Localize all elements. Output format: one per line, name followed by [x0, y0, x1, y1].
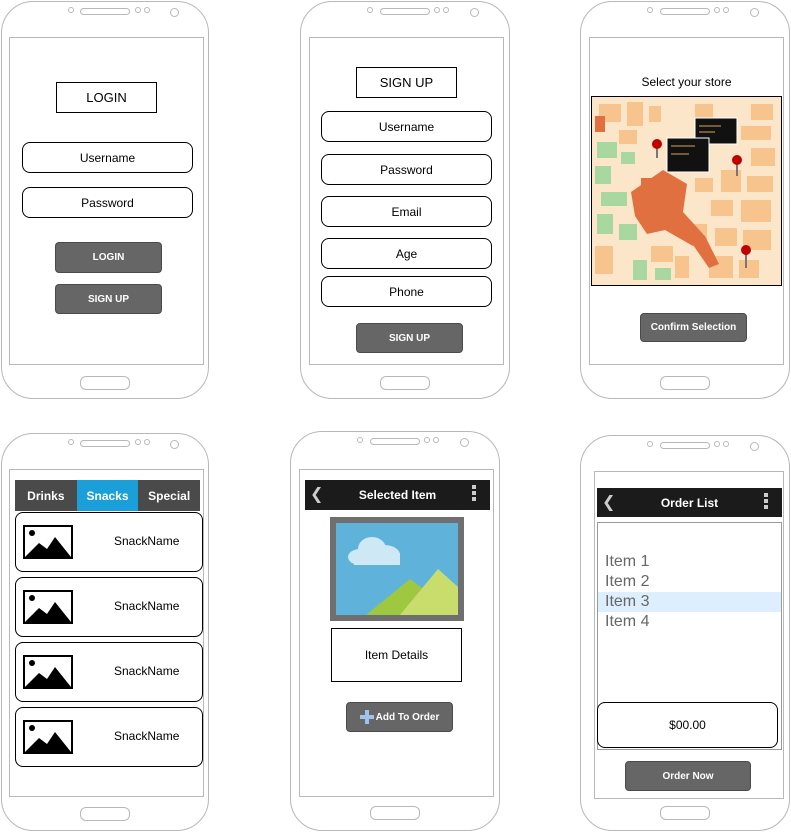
more-icon[interactable] [764, 493, 768, 511]
order-list: Item 1 Item 2 Item 3 Item 4 $00.00 [597, 522, 782, 750]
tab-special[interactable]: Special [138, 480, 201, 511]
order-now-button[interactable]: Order Now [625, 761, 751, 791]
screen: ❮ Selected Item Item Details Add To Orde… [299, 469, 494, 797]
map-with-pins-icon[interactable] [591, 96, 782, 286]
list-item[interactable]: SnackName [15, 512, 203, 572]
landscape-image-icon [330, 517, 464, 621]
list-item[interactable]: SnackName [15, 577, 203, 637]
signup-button[interactable]: SIGN UP [55, 284, 162, 314]
add-to-order-button[interactable]: Add To Order [346, 702, 453, 732]
snack-name: SnackName [114, 534, 180, 548]
order-appbar: ❮ Order List [597, 488, 782, 517]
order-total: $00.00 [597, 702, 778, 748]
phone-item: ❮ Selected Item Item Details Add To Orde… [290, 431, 500, 831]
item-appbar: ❮ Selected Item [305, 480, 490, 510]
home-button [380, 376, 430, 390]
image-placeholder-icon [23, 525, 73, 559]
sensor-dot [68, 439, 74, 445]
camera [170, 8, 179, 17]
signup-username-field[interactable]: Username [321, 111, 492, 142]
phone-signup: SIGN UP Username Password Email Age Phon… [300, 1, 510, 399]
home-button [660, 376, 710, 390]
back-icon[interactable]: ❮ [310, 484, 323, 504]
sensor-dot [144, 439, 150, 445]
camera [460, 438, 469, 447]
order-title: Order List [660, 495, 719, 510]
category-tabbar: Drinks Snacks Special [15, 480, 201, 511]
speaker [80, 440, 130, 447]
sensor-dot [647, 441, 653, 447]
sensor-dot [443, 7, 449, 13]
home-button [660, 806, 710, 820]
item-title: Selected Item [358, 488, 437, 502]
home-button [80, 807, 130, 821]
list-item[interactable]: SnackName [15, 642, 203, 702]
sensor-dot [135, 7, 141, 13]
speaker [380, 8, 430, 15]
phone-store: Select your store Confirm Selection [580, 1, 790, 399]
camera [470, 8, 479, 17]
plus-icon [359, 710, 374, 724]
home-button [80, 376, 130, 390]
sensor-dot [367, 7, 373, 13]
camera [750, 8, 759, 17]
speaker [660, 8, 710, 15]
confirm-selection-button[interactable]: Confirm Selection [640, 313, 747, 342]
add-to-order-label: Add To Order [375, 711, 440, 723]
phone-snacks: Drinks Snacks Special SnackName SnackNam… [1, 433, 209, 831]
camera [750, 442, 759, 451]
sensor-dot [433, 437, 439, 443]
snack-name: SnackName [114, 599, 180, 613]
more-icon[interactable] [472, 485, 476, 503]
sensor-dot [434, 7, 440, 13]
back-icon[interactable]: ❮ [602, 492, 615, 512]
signup-age-field[interactable]: Age [321, 238, 492, 269]
home-button [370, 806, 420, 820]
sensor-dot [424, 437, 430, 443]
username-field[interactable]: Username [22, 142, 193, 173]
snack-name: SnackName [114, 664, 180, 678]
snack-name: SnackName [114, 729, 180, 743]
item-details-box: Item Details [331, 628, 462, 682]
password-field[interactable]: Password [22, 187, 193, 218]
list-item[interactable]: Item 4 [598, 612, 781, 632]
tab-drinks[interactable]: Drinks [15, 480, 77, 511]
sensor-dot [144, 7, 150, 13]
image-placeholder-icon [23, 655, 73, 689]
phone-login: LOGIN Username Password LOGIN SIGN UP [1, 1, 209, 399]
phone-order: ❮ Order List Item 1 Item 2 Item 3 Item 4… [580, 435, 790, 831]
image-placeholder-icon [23, 590, 73, 624]
store-title: Select your store [641, 75, 732, 89]
speaker [370, 438, 420, 445]
signup-email-field[interactable]: Email [321, 196, 492, 227]
signup-submit-button[interactable]: SIGN UP [356, 323, 463, 353]
camera [170, 440, 179, 449]
sensor-dot [714, 7, 720, 13]
sensor-dot [357, 437, 363, 443]
sensor-dot [714, 441, 720, 447]
tab-snacks[interactable]: Snacks [76, 480, 139, 511]
sensor-dot [135, 439, 141, 445]
list-item-selected[interactable]: Item 3 [598, 592, 781, 612]
signup-phone-field[interactable]: Phone [321, 276, 492, 307]
sensor-dot [723, 441, 729, 447]
image-placeholder-icon [23, 720, 73, 754]
list-item[interactable]: Item 1 [598, 552, 781, 572]
sensor-dot [68, 7, 74, 13]
sensor-dot [647, 7, 653, 13]
screen: SIGN UP Username Password Email Age Phon… [309, 37, 504, 365]
sensor-dot [723, 7, 729, 13]
login-button[interactable]: LOGIN [55, 242, 162, 273]
speaker [80, 8, 130, 15]
login-title: LOGIN [56, 82, 157, 113]
screen: Select your store Confirm Selection [589, 37, 784, 365]
screen: Drinks Snacks Special SnackName SnackNam… [9, 469, 204, 797]
list-item[interactable]: Item 2 [598, 572, 781, 592]
screen: ❮ Order List Item 1 Item 2 Item 3 Item 4… [594, 471, 784, 799]
list-item[interactable]: SnackName [15, 707, 203, 767]
signup-password-field[interactable]: Password [321, 154, 492, 185]
speaker [660, 442, 710, 449]
screen: LOGIN Username Password LOGIN SIGN UP [9, 37, 204, 365]
signup-title: SIGN UP [356, 67, 457, 98]
